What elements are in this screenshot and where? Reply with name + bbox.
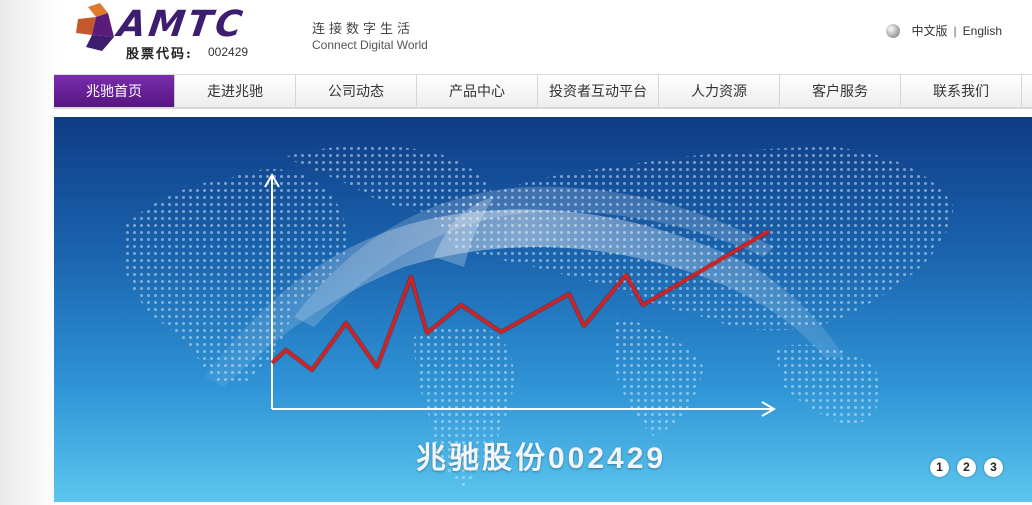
nav-item-hr[interactable]: 人力资源: [659, 75, 780, 107]
slide-pager-3[interactable]: 3: [984, 458, 1003, 477]
slogan-chinese: 连接数字生活: [312, 21, 415, 36]
hero-banner[interactable]: 兆驰股份002429 1 2 3: [54, 117, 1032, 502]
main-nav: 兆驰首页 走进兆驰 公司动态 产品中心 投资者互动平台 人力资源 客户服务 联系…: [54, 74, 1032, 109]
language-switcher: 中文版 | English: [885, 22, 1002, 39]
nav-item-contact[interactable]: 联系我们: [901, 75, 1022, 107]
slogan-english: Connect Digital World: [312, 38, 428, 52]
language-english-link[interactable]: English: [963, 24, 1002, 38]
banner-caption: 兆驰股份002429: [416, 442, 667, 475]
nav-item-products[interactable]: 产品中心: [417, 75, 538, 107]
globe-icon: [885, 23, 900, 38]
logo-wordmark: AMTC: [115, 4, 248, 45]
stock-code-value: 002429: [208, 45, 249, 59]
slide-pager: 1 2 3: [930, 458, 1003, 477]
nav-item-news[interactable]: 公司动态: [296, 75, 417, 107]
page-side-shadow: [0, 0, 60, 505]
language-separator: |: [953, 23, 957, 38]
nav-item-service[interactable]: 客户服务: [780, 75, 901, 107]
language-chinese-link[interactable]: 中文版: [912, 22, 948, 39]
nav-item-about[interactable]: 走进兆驰: [175, 75, 296, 107]
header: AMTC 股票代码: 002429 连接数字生活 Connect Digital…: [0, 0, 1032, 74]
stock-code-label: 股票代码:: [126, 47, 193, 62]
slide-pager-1[interactable]: 1: [930, 458, 949, 477]
slide-pager-2[interactable]: 2: [957, 458, 976, 477]
nav-item-home[interactable]: 兆驰首页: [54, 75, 175, 107]
nav-item-investors[interactable]: 投资者互动平台: [538, 75, 659, 107]
company-logo[interactable]: AMTC 股票代码: 002429: [74, 3, 294, 62]
